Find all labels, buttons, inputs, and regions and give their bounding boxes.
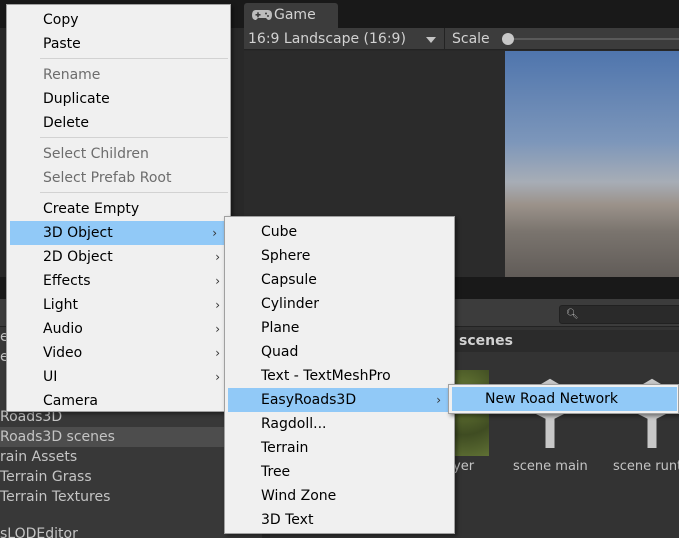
tree-item[interactable]: Terrain Textures: [0, 487, 262, 507]
menu-separator: [40, 137, 228, 138]
menu-item-text-textmeshpro[interactable]: Text - TextMeshPro: [225, 364, 454, 388]
menu-item-delete[interactable]: Delete: [7, 111, 230, 135]
menu-item-duplicate[interactable]: Duplicate: [7, 87, 230, 111]
menu-item-3d-text[interactable]: 3D Text: [225, 508, 454, 532]
chevron-right-icon: ›: [215, 250, 220, 264]
menu-item-ui[interactable]: UI ›: [7, 365, 230, 389]
menu-item-quad[interactable]: Quad: [225, 340, 454, 364]
context-menu: Copy Paste Rename Duplicate Delete Selec…: [6, 4, 231, 412]
menu-item-easyroads3d[interactable]: EasyRoads3D ›: [228, 388, 451, 412]
chevron-right-icon: ›: [215, 322, 220, 336]
menu-item-sphere[interactable]: Sphere: [225, 244, 454, 268]
menu-item-select-children[interactable]: Select Children: [7, 142, 230, 166]
menu-item-3d-object[interactable]: 3D Object ›: [10, 221, 227, 245]
project-search-input[interactable]: 🔍︎: [559, 305, 679, 324]
menu-item-2d-object[interactable]: 2D Object ›: [7, 245, 230, 269]
menu-item-copy[interactable]: Copy: [7, 8, 230, 32]
menu-item-light[interactable]: Light ›: [7, 293, 230, 317]
menu-item-camera[interactable]: Camera: [7, 389, 230, 413]
menu-item-ragdoll[interactable]: Ragdoll...: [225, 412, 454, 436]
scale-slider-handle[interactable]: [502, 33, 514, 45]
game-toolbar: 16:9 Landscape (16:9) Scale: [244, 28, 679, 50]
asset-label: yer: [453, 459, 475, 474]
aspect-ratio-dropdown[interactable]: 16:9 Landscape (16:9): [244, 28, 445, 50]
menu-item-terrain[interactable]: Terrain: [225, 436, 454, 460]
chevron-down-icon: [426, 37, 436, 43]
chevron-right-icon: ›: [215, 346, 220, 360]
chevron-right-icon: ›: [215, 274, 220, 288]
submenu-3d-object: Cube Sphere Capsule Cylinder Plane Quad …: [224, 216, 455, 534]
search-icon: 🔍︎: [566, 309, 579, 320]
menu-item-paste[interactable]: Paste: [7, 32, 230, 56]
tab-game-label: Game: [274, 7, 316, 23]
menu-item-rename[interactable]: Rename: [7, 63, 230, 87]
menu-item-cube[interactable]: Cube: [225, 220, 454, 244]
menu-item-create-empty[interactable]: Create Empty: [7, 197, 230, 221]
menu-item-effects[interactable]: Effects ›: [7, 269, 230, 293]
tree-item[interactable]: sLODEditor: [0, 524, 262, 538]
chevron-right-icon: ›: [436, 393, 441, 407]
menu-separator: [40, 192, 228, 193]
submenu-easyroads3d: New Road Network: [448, 384, 679, 414]
menu-item-video[interactable]: Video ›: [7, 341, 230, 365]
menu-item-new-road-network[interactable]: New Road Network: [452, 387, 677, 411]
chevron-right-icon: ›: [212, 226, 217, 240]
menu-item-capsule[interactable]: Capsule: [225, 268, 454, 292]
tree-item[interactable]: Terrain Grass: [0, 467, 262, 487]
scale-label: Scale: [452, 31, 490, 47]
tab-game[interactable]: Game: [244, 3, 338, 28]
menu-item-cylinder[interactable]: Cylinder: [225, 292, 454, 316]
asset-label: scene runt: [613, 459, 679, 474]
chevron-right-icon: ›: [215, 298, 220, 312]
menu-item-tree[interactable]: Tree: [225, 460, 454, 484]
chevron-right-icon: ›: [215, 370, 220, 384]
menu-item-wind-zone[interactable]: Wind Zone: [225, 484, 454, 508]
game-render-preview: [505, 51, 679, 277]
aspect-ratio-value: 16:9 Landscape (16:9): [248, 31, 406, 47]
menu-item-audio[interactable]: Audio ›: [7, 317, 230, 341]
asset-label: scene main: [513, 459, 588, 474]
tree-item-selected[interactable]: Roads3D scenes: [0, 427, 262, 447]
scale-slider-track[interactable]: [506, 38, 679, 40]
menu-item-select-prefab-root[interactable]: Select Prefab Root: [7, 166, 230, 190]
gamepad-icon: [252, 10, 272, 20]
tree-item[interactable]: rain Assets: [0, 447, 262, 467]
breadcrumb-folder[interactable]: scenes: [459, 330, 513, 352]
menu-item-plane[interactable]: Plane: [225, 316, 454, 340]
menu-separator: [40, 58, 228, 59]
